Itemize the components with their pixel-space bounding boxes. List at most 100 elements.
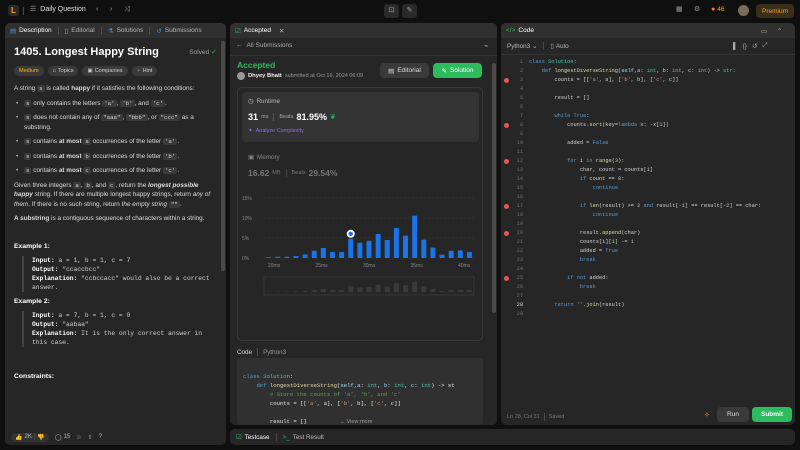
help-icon[interactable]: ?: [99, 434, 102, 440]
layout-icon[interactable]: ▦: [676, 6, 683, 13]
runtime-card[interactable]: ◷ Runtime 31 ms Beats 81.95% ❦ ✦ Analyze C…: [242, 92, 479, 142]
overview-bar: [348, 286, 354, 292]
runtime-distribution-chart[interactable]: 15% 10% 5% 0% 20ms 25ms 30ms 35ms 40ms: [238, 192, 484, 342]
tab-code[interactable]: </> Code: [506, 27, 534, 34]
leetcode-logo[interactable]: L: [8, 5, 19, 16]
example-1-title: Example 1:: [14, 242, 50, 250]
link-icon[interactable]: ⌁: [484, 42, 488, 50]
fullscreen-icon[interactable]: ⤢: [762, 42, 767, 50]
constraints-title: Constraints:: [14, 372, 55, 380]
x-tick-label: 40ms: [458, 263, 471, 269]
problem-list-button[interactable]: ☰ Daily Question: [30, 6, 86, 13]
problem-list-label: Daily Question: [40, 6, 86, 13]
mid-scrollbar[interactable]: [492, 63, 496, 313]
distribution-bar: [375, 234, 381, 258]
tab-solutions[interactable]: ⚗ Solutions: [108, 27, 144, 35]
memory-icon: ▣: [248, 154, 254, 161]
code-editor[interactable]: 1 class Solution: 2 def longestDiverseStr…: [501, 57, 795, 401]
condition-item: s only contains the letters 'a', 'b', an…: [14, 99, 217, 109]
bookmark-icon[interactable]: ▌: [733, 43, 738, 50]
tab-accepted[interactable]: ☑ Accepted: [235, 27, 271, 35]
streak-counter[interactable]: ● 46: [711, 6, 724, 13]
problem-title: 1405. Longest Happy String: [14, 46, 159, 58]
leaf-icon: ❦: [329, 114, 336, 121]
condition-item: s contains at most c occurrences of the …: [14, 166, 217, 176]
tab-submissions[interactable]: ↺ Submissions: [156, 27, 201, 35]
y-tick-label: 15%: [242, 196, 253, 202]
distribution-bar: [329, 252, 335, 258]
submit-button[interactable]: Submit: [752, 407, 792, 422]
clock-icon: ◷: [248, 98, 254, 105]
distribution-bar: [403, 235, 409, 258]
overview-bar: [439, 291, 445, 292]
memory-label[interactable]: ▣ Memory: [248, 154, 280, 161]
overview-bar: [375, 284, 381, 292]
distribution-bar: [430, 247, 436, 258]
collapse-icon[interactable]: ⌃: [777, 27, 782, 35]
prev-problem-icon[interactable]: ‹: [96, 6, 98, 13]
view-more-button[interactable]: ⌄ View more: [337, 419, 376, 425]
user-avatar[interactable]: [237, 72, 245, 80]
next-problem-icon[interactable]: ›: [110, 6, 112, 13]
y-tick-label: 5%: [242, 236, 250, 242]
run-button[interactable]: Run: [717, 407, 749, 422]
editorial-button[interactable]: ▤ Editorial: [380, 63, 429, 78]
solution-button[interactable]: ✎ Solution: [433, 63, 482, 78]
language-selector[interactable]: Python3 ⌄: [507, 43, 537, 50]
stats-card: ◷ Runtime 31 ms Beats 81.95% ❦ ✦ Analyze C…: [237, 87, 483, 341]
arrow-left-icon: ←: [236, 42, 243, 49]
condition-item: s contains at most b occurrences of the …: [14, 152, 217, 162]
back-to-submissions[interactable]: ← All Submissions: [236, 42, 292, 49]
distribution-bar: [302, 254, 308, 258]
runtime-percentile: 81.95%: [296, 112, 327, 122]
notes-button[interactable]: ✎: [402, 4, 417, 18]
star-icon[interactable]: ☆: [76, 434, 81, 441]
debug-button[interactable]: ⊡: [384, 4, 399, 18]
companies-tag[interactable]: ▣ Companies: [82, 66, 128, 76]
braces-icon[interactable]: {}: [743, 43, 747, 50]
submission-status: Accepted: [237, 60, 276, 70]
console-bar: ☑ Testcase >_ Test Result: [230, 429, 795, 445]
substring-definition: A substring is a contiguous sequence of …: [14, 215, 205, 222]
y-tick-label: 10%: [242, 216, 253, 222]
username[interactable]: Dhyey Bhatt: [248, 73, 282, 79]
left-scrollbar[interactable]: [221, 41, 225, 271]
overview-bar: [412, 282, 418, 292]
analyze-complexity-link[interactable]: ✦ Analyze Complexity: [248, 128, 304, 134]
overview-bar: [448, 289, 454, 292]
shuffle-icon[interactable]: ⤨: [124, 6, 130, 13]
reset-icon[interactable]: ↺: [752, 42, 757, 50]
topics-tag[interactable]: ⌂ Topics: [47, 66, 79, 76]
difficulty-badge[interactable]: Medium: [14, 66, 44, 76]
book-icon: ▤: [388, 67, 395, 75]
like-button[interactable]: 👍 2K | 👎: [11, 432, 49, 442]
task-paragraph: Given three integers a, b, and c, return…: [14, 181, 211, 208]
distribution-bar: [339, 252, 345, 258]
tab-testcase[interactable]: ☑ Testcase: [236, 434, 270, 441]
flask-icon: ⚗: [107, 27, 114, 35]
close-tab-icon[interactable]: ✕: [279, 27, 284, 35]
avatar[interactable]: [738, 5, 749, 16]
description-icon: ▤: [10, 27, 17, 35]
comments-button[interactable]: ◯ 15: [55, 434, 70, 441]
range-selector: [263, 276, 475, 296]
overview-bar: [320, 289, 326, 292]
minimize-icon[interactable]: ▭: [761, 27, 767, 35]
tab-editorial[interactable]: ▯ Editorial: [65, 27, 95, 35]
auto-mode[interactable]: ▯ Auto: [550, 43, 568, 50]
settings-icon[interactable]: ⚙: [694, 6, 700, 13]
history-icon: ↺: [156, 27, 162, 35]
tab-description[interactable]: ▤ Description: [10, 27, 52, 35]
example-2: Input: a = 7, b = 1, c = 0 Output: "aaba…: [22, 310, 217, 347]
ai-assist-icon[interactable]: ✧: [704, 411, 710, 419]
distribution-bar: [466, 252, 472, 258]
y-tick-label: 0%: [242, 256, 250, 262]
share-icon[interactable]: ⇧: [88, 434, 93, 441]
left-tabbar: ▤ Description ▯ Editorial ⚗ Solutions ↺ Subm…: [5, 23, 226, 38]
overview-bar: [311, 289, 317, 292]
overview-bar: [366, 286, 372, 292]
hint-tag[interactable]: ♀ Hint: [131, 66, 158, 76]
description-panel: ▤ Description ▯ Editorial ⚗ Solutions ↺ Subm…: [5, 23, 226, 445]
premium-button[interactable]: Premium: [756, 4, 794, 18]
tab-test-result[interactable]: >_ Test Result: [283, 434, 324, 441]
